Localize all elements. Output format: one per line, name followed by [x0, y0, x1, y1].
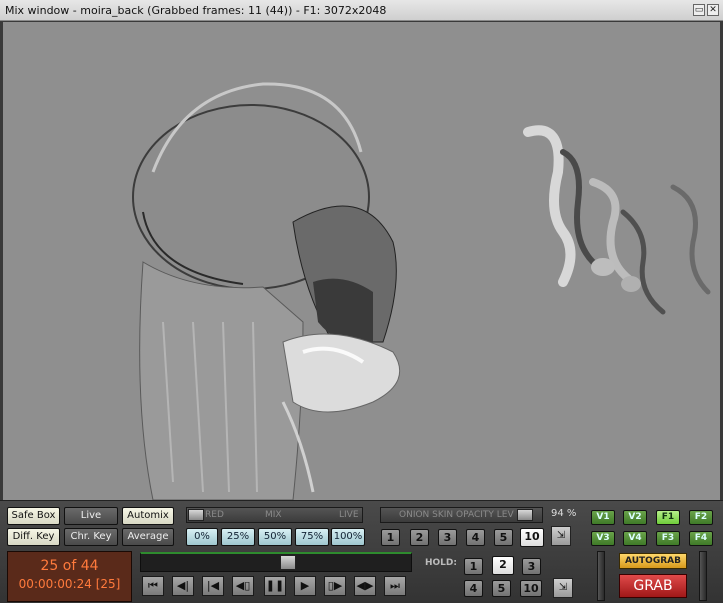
view-f1-button[interactable]: F1: [656, 510, 680, 525]
hold-pin-icon[interactable]: ⇲: [553, 578, 573, 598]
step-back-icon[interactable]: ◀|: [172, 576, 194, 596]
onion-skin-label: ONION SKIN OPACITY LEV: [399, 510, 514, 520]
close-icon[interactable]: ✕: [707, 4, 719, 16]
mix-right-label: LIVE: [339, 510, 359, 520]
onion-skin-value: 94 %: [551, 508, 577, 519]
loop-forward-icon[interactable]: ▯▶: [324, 576, 346, 596]
mix-preset-25[interactable]: 25%: [221, 528, 255, 546]
average-button[interactable]: Average: [122, 528, 174, 546]
hold-4[interactable]: 4: [464, 580, 483, 597]
difference-key-image: [3, 22, 720, 500]
mix-preset-0[interactable]: 0%: [186, 528, 218, 546]
hold-2[interactable]: 2: [492, 556, 514, 575]
ping-pong-icon[interactable]: ◀▶: [354, 576, 376, 596]
automix-button[interactable]: Automix: [122, 507, 174, 525]
onion-level-4[interactable]: 4: [466, 529, 485, 546]
onion-level-2[interactable]: 2: [410, 529, 429, 546]
onion-level-5[interactable]: 5: [494, 529, 513, 546]
onion-skin-slider[interactable]: ONION SKIN OPACITY LEV: [380, 507, 543, 523]
view-f4-button[interactable]: F4: [689, 531, 713, 546]
grab-button[interactable]: GRAB: [619, 574, 687, 598]
left-level-bar[interactable]: [597, 551, 605, 601]
onion-skin-knob[interactable]: [517, 509, 533, 521]
restore-icon[interactable]: ▭: [693, 4, 705, 16]
mix-left-label: RED: [205, 510, 224, 520]
go-start-icon[interactable]: ⏮: [142, 576, 164, 596]
hold-label: HOLD:: [425, 558, 457, 568]
mix-preset-50[interactable]: 50%: [258, 528, 292, 546]
view-v3-button[interactable]: V3: [591, 531, 615, 546]
onion-level-1[interactable]: 1: [381, 529, 400, 546]
onion-level-3[interactable]: 3: [438, 529, 457, 546]
title-bar: Mix window - moira_back (Grabbed frames:…: [0, 0, 723, 21]
hold-10[interactable]: 10: [520, 580, 542, 597]
timeline-knob[interactable]: [280, 555, 296, 570]
mix-slider-knob[interactable]: [188, 509, 204, 521]
chr-key-button[interactable]: Chr. Key: [64, 528, 118, 546]
diff-key-button[interactable]: Diff. Key: [7, 528, 60, 546]
loop-back-icon[interactable]: ◀▯: [232, 576, 254, 596]
view-v2-button[interactable]: V2: [623, 510, 647, 525]
play-reverse-icon[interactable]: |◀: [202, 576, 224, 596]
pin-icon[interactable]: ⇲: [551, 526, 571, 546]
hold-1[interactable]: 1: [464, 558, 483, 575]
window-title: Mix window - moira_back (Grabbed frames:…: [5, 3, 387, 17]
view-v4-button[interactable]: V4: [623, 531, 647, 546]
pause-icon[interactable]: ❚❚: [264, 576, 286, 596]
hold-3[interactable]: 3: [522, 558, 541, 575]
go-end-icon[interactable]: ⏭: [384, 576, 406, 596]
autograb-button[interactable]: AUTOGRAB: [619, 553, 687, 569]
frame-counter: 25 of 44 00:00:00:24 [25]: [7, 551, 132, 602]
view-f2-button[interactable]: F2: [689, 510, 713, 525]
timecode: 00:00:00:24 [25]: [18, 577, 121, 591]
view-f3-button[interactable]: F3: [656, 531, 680, 546]
mix-preset-100[interactable]: 100%: [331, 528, 365, 546]
safe-box-button[interactable]: Safe Box: [7, 507, 60, 525]
right-level-bar[interactable]: [699, 551, 707, 601]
timeline-slider[interactable]: [140, 552, 412, 572]
live-button[interactable]: Live: [64, 507, 118, 525]
mix-window: Mix window - moira_back (Grabbed frames:…: [0, 0, 723, 603]
mix-slider[interactable]: RED MIX LIVE: [186, 507, 363, 523]
mix-preset-75[interactable]: 75%: [295, 528, 329, 546]
mix-center-label: MIX: [265, 510, 282, 520]
play-icon[interactable]: ▶: [294, 576, 316, 596]
view-v1-button[interactable]: V1: [591, 510, 615, 525]
frame-preview[interactable]: [3, 22, 720, 500]
frame-count: 25 of 44: [40, 558, 99, 574]
onion-level-10[interactable]: 10: [520, 528, 544, 547]
hold-5[interactable]: 5: [492, 580, 511, 597]
